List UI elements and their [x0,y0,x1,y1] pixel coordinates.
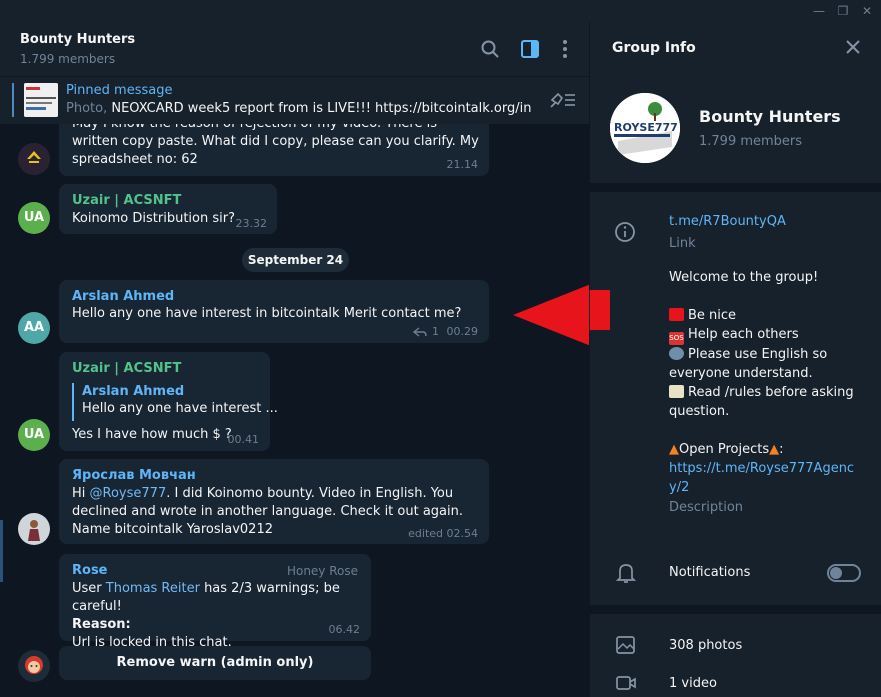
section-divider [590,183,881,192]
message-time: edited 02.54 [408,527,478,540]
message-bubble[interactable]: Rose Honey Rose User Thomas Reiter has 2… [59,554,371,650]
message-time: 06.42 [328,623,361,636]
warning-pre: User [72,581,106,596]
quoted-reply[interactable]: Arslan Ahmed Hello any one have interest… [72,383,278,421]
user-link[interactable]: Thomas Reiter [106,581,200,596]
description-label: Description [669,500,744,515]
message-sender[interactable]: Ярослав Мовчан [72,468,196,483]
message-time: 00.41 [227,433,260,446]
section-divider [590,605,881,614]
message-text: Yes I have how much $ ? [72,427,232,442]
group-info-panel[interactable]: Group Info ROYSE777 Bounty Hunters 1.799… [589,22,881,697]
pinned-thumbnail [24,83,58,117]
search-icon[interactable] [479,38,501,60]
message-bubble[interactable]: Uzair | ACSNFT Koinomo Distribution sir?… [59,184,277,234]
pinned-title: Pinned message [66,83,173,98]
message-time: 00.29 [446,325,479,338]
notifications-toggle[interactable] [827,564,861,582]
desc-welcome: Welcome to the group! [669,270,819,285]
maximize-button[interactable]: ❐ [834,2,852,20]
projects-link[interactable]: https://t.me/Royse777Agency/2 [669,459,859,497]
photos-count[interactable]: 308 photos [669,636,742,655]
message-text-start: Hi [72,486,90,501]
panel-title: Group Info [612,40,696,56]
logo-text: ROYSE777 [614,121,678,134]
quoted-sender: Arslan Ahmed [82,384,185,399]
message-text: Koinomo Distribution sir? [72,211,235,226]
message-bubble[interactable]: May I know the reason of rejection of my… [59,124,489,176]
chat-header[interactable]: Bounty Hunters 1.799 members [0,22,589,76]
close-panel-icon[interactable] [845,39,861,55]
pinned-message-bar[interactable]: Pinned message Photo, NEOXCARD week5 rep… [0,76,589,125]
group-member-count: 1.799 members [699,134,803,149]
close-window-button[interactable]: ✕ [858,2,876,20]
desc-rule-2: SOS Help each others [669,325,869,345]
message-time: 23.32 [235,217,268,230]
group-name: Bounty Hunters [699,107,841,126]
scroll-indicator [0,520,3,582]
avatar[interactable] [18,650,50,682]
message-time: 21.14 [446,158,479,171]
window-titlebar: — ❐ ✕ [0,0,881,22]
chat-member-count: 1.799 members [20,52,116,66]
message-text: Hello any one have interest in bitcointa… [72,306,462,321]
bell-icon [616,564,636,583]
message-bubble[interactable]: Uzair | ACSNFT Arslan Ahmed Hello any on… [59,352,278,451]
videos-count[interactable]: 1 video [669,674,717,693]
group-avatar[interactable]: ROYSE777 [610,93,680,163]
warning-line: User Thomas Reiter has 2/3 warnings; be … [72,580,362,616]
group-link[interactable]: t.me/R7BountyQA [669,212,786,231]
red-arrow-annotation-tail [590,290,610,330]
reply-icon [413,327,427,337]
message-bubble[interactable]: Ярослав Мовчан Hi @Royse777. I did Koino… [59,459,489,544]
remove-warn-button[interactable]: Remove warn (admin only) [59,646,371,680]
message-text: User Thomas Reiter has 2/3 warnings; be … [72,580,362,652]
link-label: Link [669,236,696,251]
date-separator: September 24 [242,248,349,272]
remove-warn-label: Remove warn (admin only) [116,655,314,670]
pinned-type: Photo, [66,101,112,116]
red-arrow-annotation [513,284,589,346]
group-description[interactable]: Welcome to the group! Be nice SOS Help ea… [669,268,869,497]
desc-projects: ▲Open Projects▲: [669,442,784,457]
reason-label: Reason: [72,617,131,632]
photo-icon [616,636,635,654]
toggle-knob [830,567,842,579]
unpin-icon[interactable] [549,89,577,111]
notifications-label: Notifications [669,565,751,580]
avatar[interactable]: UA [18,419,50,451]
message-list[interactable]: May I know the reason of rejection of my… [0,124,589,697]
desc-rule-3: Please use English so everyone understan… [669,347,828,381]
desc-rule-4: Read /rules before asking question. [669,385,854,419]
desc-rule-1: Be nice [669,306,869,325]
pinned-indicator [12,83,14,117]
chat-title[interactable]: Bounty Hunters [20,32,135,47]
mention-link[interactable]: @Royse777 [90,486,167,501]
message-sender[interactable]: Arslan Ahmed [72,289,174,304]
message-bubble[interactable]: Arslan Ahmed Hello any one have interest… [59,280,489,343]
pinned-preview: Photo, NEOXCARD week5 report from is LIV… [66,101,532,116]
avatar[interactable]: AA [18,312,50,344]
avatar[interactable]: UA [18,202,50,234]
info-icon [615,222,635,242]
quoted-text: Hello any one have interest ... [82,401,278,416]
avatar[interactable] [18,143,50,175]
more-options-icon[interactable] [554,38,576,60]
message-sender[interactable]: Uzair | ACSNFT [72,361,181,376]
pinned-text: NEOXCARD week5 report from is LIVE!!! ht… [111,101,532,116]
reply-count[interactable]: 1 [432,325,439,338]
minimize-button[interactable]: — [810,2,828,20]
avatar[interactable] [18,513,50,545]
message-sender[interactable]: Uzair | ACSNFT [72,193,181,208]
message-text: May I know the reason of rejection of my… [72,124,479,167]
message-sender[interactable]: Rose [72,563,108,578]
video-icon [616,676,636,690]
sidebar-toggle-icon[interactable] [519,38,541,60]
admin-badge: Honey Rose [286,564,358,578]
